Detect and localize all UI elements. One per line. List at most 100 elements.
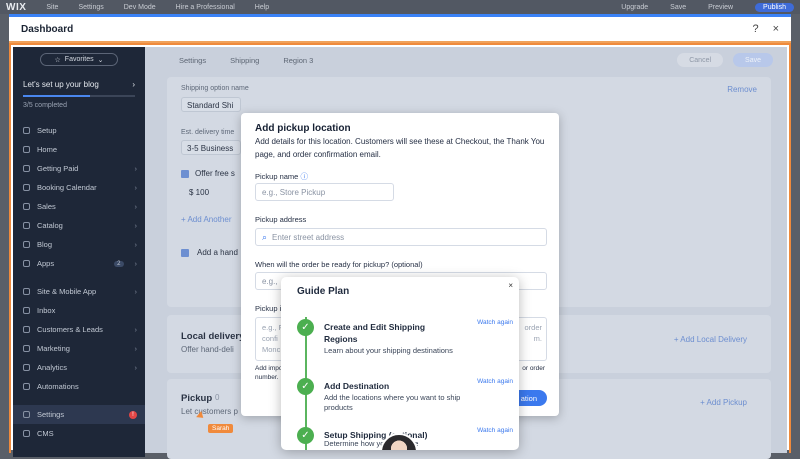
chevron-right-icon: › xyxy=(134,287,138,296)
inbox-icon xyxy=(23,307,30,314)
sidebar-item-label: Settings xyxy=(37,410,65,419)
info-icon[interactable]: ⓘ xyxy=(300,172,308,181)
instructions-line: order xyxy=(524,323,542,332)
topbar-dev-mode[interactable]: Dev Mode xyxy=(124,4,156,11)
apps-icon xyxy=(23,260,30,267)
sidebar-item-cms[interactable]: CMS xyxy=(13,424,145,443)
sidebar-item-getting-paid[interactable]: Getting Paid › xyxy=(13,159,145,178)
pickup-address-placeholder: Enter street address xyxy=(272,232,345,242)
topbar-hire[interactable]: Hire a Professional xyxy=(176,4,235,11)
sidebar-item-label: Analytics xyxy=(37,363,68,372)
check-icon: ✓ xyxy=(297,378,314,395)
sidebar-item-label: Apps xyxy=(37,259,55,268)
pickup-address-input[interactable]: ⌕ Enter street address xyxy=(255,228,547,246)
setup-icon xyxy=(23,127,30,134)
collaborator-name-tag: Sarah xyxy=(208,424,234,433)
topbar-site[interactable]: Site xyxy=(46,4,58,11)
breadcrumb-settings[interactable]: Settings xyxy=(179,56,206,65)
editor-top-bar: WIX Site Settings Dev Mode Hire a Profes… xyxy=(0,0,800,14)
add-hand-label: Add a hand xyxy=(197,248,238,257)
close-icon[interactable]: × xyxy=(508,281,513,290)
watch-again-link[interactable]: Watch again xyxy=(477,427,513,434)
add-local-delivery-link[interactable]: + Add Local Delivery xyxy=(674,335,747,344)
favorites-button[interactable]: ☆ Favorites ⌄ xyxy=(40,53,118,66)
save-button[interactable]: Save xyxy=(733,53,773,67)
sidebar-item-label: Booking Calendar xyxy=(37,183,97,192)
free-shipping-checkbox[interactable] xyxy=(181,170,189,178)
sidebar-item-automations[interactable]: Automations xyxy=(13,377,145,396)
automations-icon xyxy=(23,383,30,390)
sidebar-divider xyxy=(13,273,145,282)
sidebar-item-sales[interactable]: Sales › xyxy=(13,197,145,216)
sidebar-item-booking-calendar[interactable]: Booking Calendar › xyxy=(13,178,145,197)
cms-icon xyxy=(23,430,30,437)
sidebar-item-home[interactable]: Home xyxy=(13,140,145,159)
sidebar-item-analytics[interactable]: Analytics › xyxy=(13,358,145,377)
hand-delivery-checkbox[interactable] xyxy=(181,249,189,257)
sidebar: ☆ Favorites ⌄ Let's set up your blog › 3… xyxy=(13,47,145,457)
sidebar-item-label: Site & Mobile App xyxy=(37,287,97,296)
progress-fill xyxy=(23,95,91,97)
shipping-option-label: Shipping option name xyxy=(181,85,249,92)
add-pickup-link[interactable]: + Add Pickup xyxy=(700,398,747,407)
chevron-right-icon: › xyxy=(134,363,138,372)
dashboard-title: Dashboard xyxy=(21,23,74,35)
sidebar-item-settings[interactable]: Settings! xyxy=(13,405,145,424)
sidebar-item-apps[interactable]: Apps 2 › xyxy=(13,254,145,273)
chevron-right-icon: › xyxy=(134,202,138,211)
sidebar-item-catalog[interactable]: Catalog › xyxy=(13,216,145,235)
modal-subtitle: Add details for this location. Customers… xyxy=(255,137,545,159)
sidebar-item-label: Setup xyxy=(37,126,57,135)
chevron-right-icon: › xyxy=(134,221,138,230)
remove-link[interactable]: Remove xyxy=(727,85,757,94)
watch-again-link[interactable]: Watch again xyxy=(477,319,513,326)
alert-dot: ! xyxy=(129,410,137,419)
chevron-right-icon: › xyxy=(134,344,138,353)
publish-button[interactable]: Publish xyxy=(755,2,794,12)
instructions-line: m. xyxy=(533,334,542,343)
sidebar-item-label: Blog xyxy=(37,240,53,249)
topbar-help[interactable]: Help xyxy=(255,4,269,11)
pickup-address-label: Pickup address xyxy=(255,215,307,224)
chevron-right-icon: › xyxy=(134,325,138,334)
guide-title: Guide Plan xyxy=(297,286,350,297)
star-icon: ☆ xyxy=(54,56,61,64)
favorites-label: Favorites xyxy=(64,56,94,63)
sidebar-item-label: Catalog xyxy=(37,221,63,230)
pickup-subtitle: Let customers p xyxy=(181,407,238,416)
save-link[interactable]: Save xyxy=(670,4,686,11)
cancel-button[interactable]: Cancel xyxy=(677,53,724,67)
pickup-count: 0 xyxy=(215,393,220,402)
setup-progress-title[interactable]: Let's set up your blog › xyxy=(23,80,135,89)
check-icon: ✓ xyxy=(297,427,314,444)
close-icon[interactable]: × xyxy=(773,23,779,35)
sidebar-item-marketing[interactable]: Marketing › xyxy=(13,339,145,358)
sidebar-item-label: Automations xyxy=(37,382,79,391)
sidebar-item-customers-leads[interactable]: Customers & Leads › xyxy=(13,320,145,339)
ready-time-label: When will the order be ready for pickup?… xyxy=(255,260,423,269)
pickup-name-input[interactable]: e.g., Store Pickup xyxy=(255,183,394,201)
sidebar-item-label: CMS xyxy=(37,429,54,438)
topbar-settings[interactable]: Settings xyxy=(78,4,103,11)
sidebar-item-label: Marketing xyxy=(37,344,70,353)
shipping-option-input[interactable]: Standard Shi xyxy=(181,97,241,112)
dashboard-header: Dashboard ? × xyxy=(9,17,791,43)
wix-logo: WIX xyxy=(6,1,27,13)
sidebar-item-inbox[interactable]: Inbox xyxy=(13,301,145,320)
upgrade-link[interactable]: Upgrade xyxy=(621,4,648,11)
help-icon[interactable]: ? xyxy=(752,23,758,35)
sidebar-item-setup[interactable]: Setup xyxy=(13,121,145,140)
watch-again-link[interactable]: Watch again xyxy=(477,378,513,385)
sidebar-item-blog[interactable]: Blog › xyxy=(13,235,145,254)
sidebar-divider xyxy=(13,396,145,405)
delivery-time-input[interactable]: 3-5 Business xyxy=(181,140,241,155)
pickup-name-label: Pickup name ⓘ xyxy=(255,171,308,182)
blog-icon xyxy=(23,241,30,248)
setup-title-text: Let's set up your blog xyxy=(23,80,99,89)
add-another-link[interactable]: + Add Another xyxy=(181,215,232,224)
sidebar-item-site-mobile-app[interactable]: Site & Mobile App › xyxy=(13,282,145,301)
preview-link[interactable]: Preview xyxy=(708,4,733,11)
breadcrumb-shipping[interactable]: Shipping xyxy=(230,56,259,65)
setup-progress-bar xyxy=(23,95,135,97)
analytics-icon xyxy=(23,364,30,371)
